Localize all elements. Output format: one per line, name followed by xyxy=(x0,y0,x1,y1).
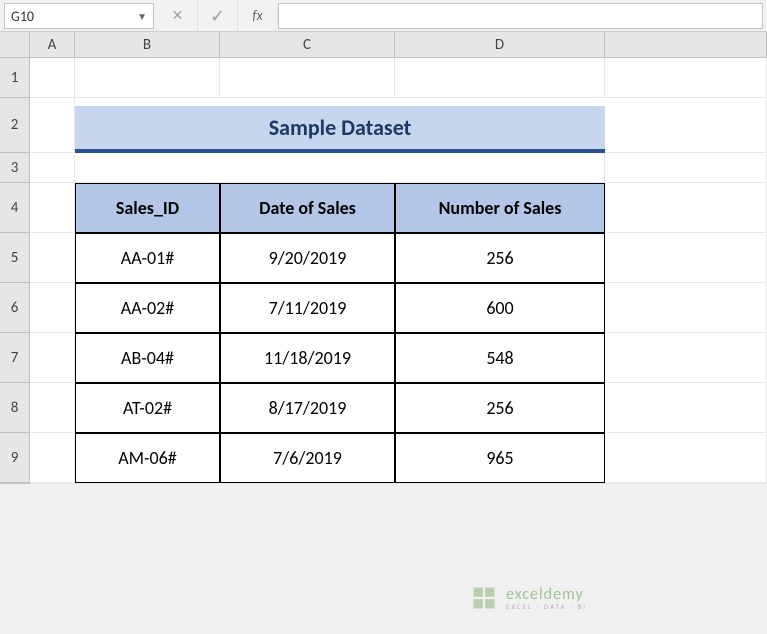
cell-a9[interactable] xyxy=(30,433,75,483)
select-all-corner[interactable] xyxy=(0,32,30,58)
cell-e8[interactable] xyxy=(605,383,767,433)
cell-a6[interactable] xyxy=(30,283,75,333)
table-row[interactable]: 256 xyxy=(395,383,605,433)
logo-icon xyxy=(470,584,498,612)
cell-e2[interactable] xyxy=(605,98,767,153)
table-row[interactable]: AT-02# xyxy=(75,383,220,433)
row-header-5[interactable]: 5 xyxy=(0,233,30,283)
col-header-d[interactable]: D xyxy=(395,32,605,58)
cell-b1[interactable] xyxy=(75,58,220,98)
table-header-number[interactable]: Number of Sales xyxy=(395,183,605,233)
table-row[interactable]: 11/18/2019 xyxy=(220,333,395,383)
table-row[interactable]: 600 xyxy=(395,283,605,333)
cell-a5[interactable] xyxy=(30,233,75,283)
table-row[interactable]: AB-04# xyxy=(75,333,220,383)
table-row[interactable]: 256 xyxy=(395,233,605,283)
table-row[interactable]: AM-06# xyxy=(75,433,220,483)
formula-input[interactable] xyxy=(278,3,763,29)
col-header-b[interactable]: B xyxy=(75,32,220,58)
row-header-7[interactable]: 7 xyxy=(0,333,30,383)
row-header-4[interactable]: 4 xyxy=(0,183,30,233)
table-row[interactable]: AA-02# xyxy=(75,283,220,333)
table-row[interactable]: 548 xyxy=(395,333,605,383)
row-header-2[interactable]: 2 xyxy=(0,98,30,153)
table-row[interactable]: 7/6/2019 xyxy=(220,433,395,483)
cell-e9[interactable] xyxy=(605,433,767,483)
row-header-3[interactable]: 3 xyxy=(0,153,30,183)
cell-c1[interactable] xyxy=(220,58,395,98)
col-header-c[interactable]: C xyxy=(220,32,395,58)
col-header-blank[interactable] xyxy=(605,32,767,58)
cell-blank[interactable] xyxy=(30,483,767,484)
cell-e4[interactable] xyxy=(605,183,767,233)
row-header-9[interactable]: 9 xyxy=(0,433,30,483)
enter-icon[interactable]: ✓ xyxy=(198,1,238,31)
cell-a7[interactable] xyxy=(30,333,75,383)
watermark-brand: exceldemy xyxy=(506,587,587,603)
cancel-icon[interactable]: ✕ xyxy=(158,1,198,31)
table-row[interactable]: AA-01# xyxy=(75,233,220,283)
cell-a2[interactable] xyxy=(30,98,75,153)
fx-controls: ✕ ✓ fx xyxy=(158,0,278,31)
fx-label[interactable]: fx xyxy=(238,7,278,24)
name-box[interactable]: G10 ▼ xyxy=(4,3,154,29)
cell-e3[interactable] xyxy=(605,153,767,183)
row-header-6[interactable]: 6 xyxy=(0,283,30,333)
table-row[interactable]: 7/11/2019 xyxy=(220,283,395,333)
cell-a4[interactable] xyxy=(30,183,75,233)
watermark-text: exceldemy EXCEL · DATA · BI xyxy=(506,587,587,610)
formula-bar: G10 ▼ ✕ ✓ fx xyxy=(0,0,767,32)
cell-b3d3[interactable] xyxy=(75,153,605,183)
cell-a8[interactable] xyxy=(30,383,75,433)
col-header-a[interactable]: A xyxy=(30,32,75,58)
cell-e6[interactable] xyxy=(605,283,767,333)
table-row[interactable]: 965 xyxy=(395,433,605,483)
row-header-1[interactable]: 1 xyxy=(0,58,30,98)
watermark-tag: EXCEL · DATA · BI xyxy=(506,603,587,610)
cell-a1[interactable] xyxy=(30,58,75,98)
sheet-area: A B C D 1 2 Sample Dataset 3 4 Sales_ID … xyxy=(0,32,767,484)
cell-e7[interactable] xyxy=(605,333,767,383)
table-row[interactable]: 9/20/2019 xyxy=(220,233,395,283)
cell-e5[interactable] xyxy=(605,233,767,283)
watermark: exceldemy EXCEL · DATA · BI xyxy=(470,584,587,612)
cell-a3[interactable] xyxy=(30,153,75,183)
dataset-title[interactable]: Sample Dataset xyxy=(75,106,605,153)
row-header-blank[interactable] xyxy=(0,483,30,484)
chevron-down-icon[interactable]: ▼ xyxy=(133,10,147,23)
row-header-8[interactable]: 8 xyxy=(0,383,30,433)
cell-d1[interactable] xyxy=(395,58,605,98)
cell-e1[interactable] xyxy=(605,58,767,98)
name-box-value: G10 xyxy=(11,8,133,25)
table-row[interactable]: 8/17/2019 xyxy=(220,383,395,433)
table-header-sales-id[interactable]: Sales_ID xyxy=(75,183,220,233)
table-header-date[interactable]: Date of Sales xyxy=(220,183,395,233)
